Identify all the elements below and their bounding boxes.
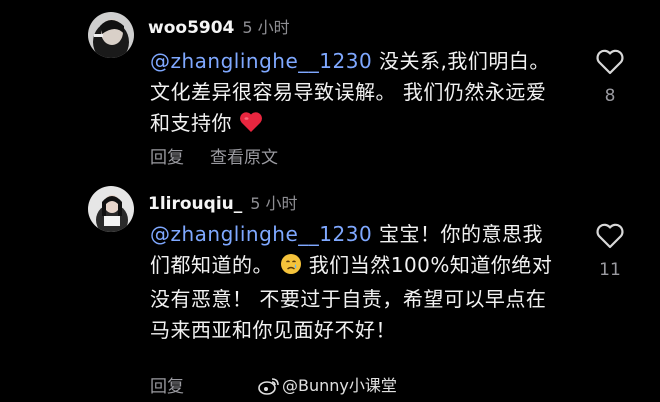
avatar[interactable] xyxy=(88,12,134,58)
comment-text: @zhanglinghe__1230 宝宝！你的意思我们都知道的。 我们当然10… xyxy=(150,219,560,346)
mention-link[interactable]: @zhanglinghe__1230 xyxy=(150,49,372,73)
heart-emoji-icon xyxy=(239,111,263,142)
comment-header: 1lirouqiu_ 5 小时 xyxy=(148,190,298,214)
watermark: @Bunny小课堂 xyxy=(258,372,397,396)
like-count: 8 xyxy=(604,86,616,106)
watermark-text: @Bunny小课堂 xyxy=(282,376,397,395)
reply-button[interactable]: 回复 xyxy=(150,372,184,397)
comment-header: woo5904 5 小时 xyxy=(148,14,290,38)
username[interactable]: 1lirouqiu_ xyxy=(148,194,242,214)
username[interactable]: woo5904 xyxy=(148,18,234,38)
comment-text: @zhanglinghe__1230 没关系,我们明白。 文化差异很容易导致误解… xyxy=(150,46,560,142)
like-control[interactable]: 8 xyxy=(592,48,628,106)
weibo-icon xyxy=(258,378,279,395)
heart-outline-icon[interactable] xyxy=(595,222,625,250)
view-original-button[interactable]: 查看原文 xyxy=(210,143,278,168)
timestamp: 5 小时 xyxy=(250,194,298,213)
avatar-image xyxy=(88,12,134,58)
heart-outline-icon[interactable] xyxy=(595,48,625,76)
crying-emoji-icon xyxy=(280,253,302,284)
avatar[interactable] xyxy=(88,186,134,232)
mention-link[interactable]: @zhanglinghe__1230 xyxy=(150,222,372,246)
timestamp: 5 小时 xyxy=(242,18,290,37)
avatar-image xyxy=(88,186,134,232)
comment-actions: 回复 查看原文 xyxy=(150,143,304,168)
reply-button[interactable]: 回复 xyxy=(150,143,184,168)
comment-actions: 回复 xyxy=(150,372,210,397)
like-control[interactable]: 11 xyxy=(592,222,628,280)
like-count: 11 xyxy=(599,260,621,280)
